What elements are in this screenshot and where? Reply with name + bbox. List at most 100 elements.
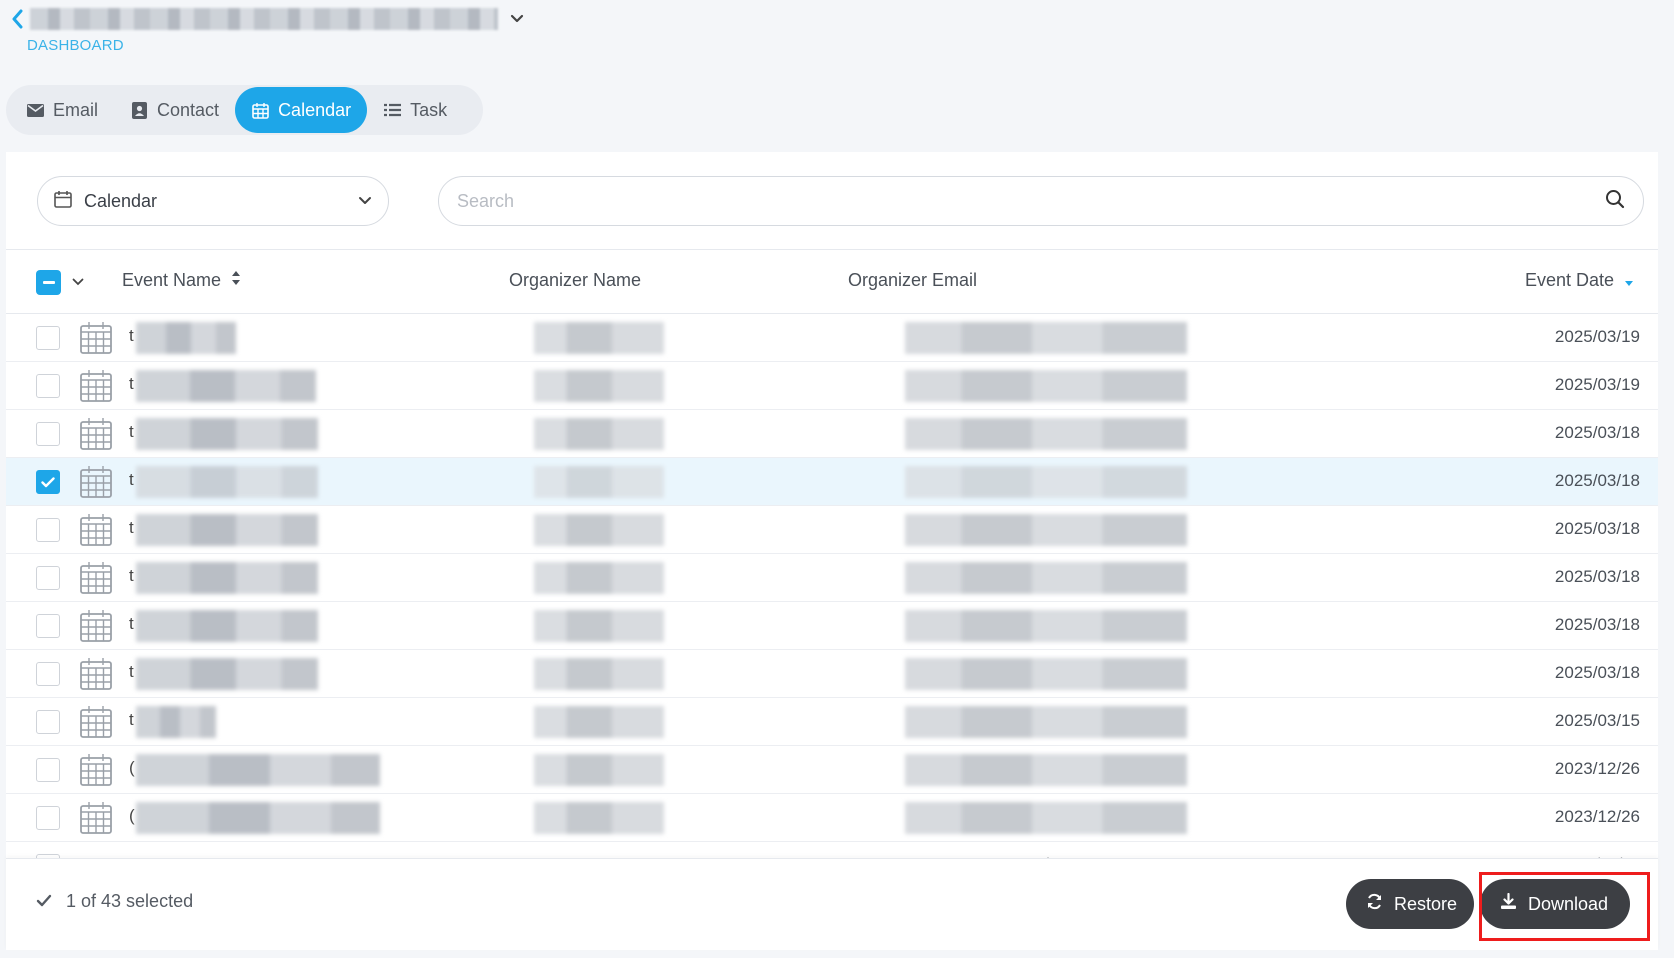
back-chevron-icon[interactable] xyxy=(6,4,28,34)
select-all-checkbox[interactable] xyxy=(36,270,61,295)
table-row[interactable]: t 2025/03/18 xyxy=(6,410,1658,458)
calendar-icon xyxy=(80,466,112,498)
table-header: Event Name Organizer Name Organizer Emai… xyxy=(6,250,1658,314)
sort-icon xyxy=(231,270,241,291)
calendar-icon xyxy=(54,190,72,213)
row-checkbox[interactable] xyxy=(36,422,60,446)
tab-contact-label: Contact xyxy=(157,99,220,120)
row-checkbox[interactable] xyxy=(36,614,60,638)
redacted-event-name xyxy=(136,754,380,786)
table-row[interactable]: (2023/12/26 xyxy=(6,794,1658,842)
redacted-account-title xyxy=(30,8,498,30)
redacted-organizer-name xyxy=(534,706,664,738)
table-row[interactable]: (2023/12/26 xyxy=(6,746,1658,794)
table-row[interactable]: t 2025/03/15 xyxy=(6,698,1658,746)
calendar-icon xyxy=(80,322,112,354)
tab-task[interactable]: Task xyxy=(367,87,463,133)
redacted-organizer-email xyxy=(905,802,1187,834)
redacted-organizer-email xyxy=(905,466,1187,498)
row-checkbox[interactable] xyxy=(36,326,60,350)
redacted-organizer-name xyxy=(534,610,664,642)
event-date: 2025/03/18 xyxy=(1554,519,1640,538)
tab-calendar[interactable]: Calendar xyxy=(235,87,368,133)
table-row[interactable]: t 2025/03/19 xyxy=(6,362,1658,410)
calendar-icon xyxy=(80,754,112,786)
search-input[interactable] xyxy=(457,190,1605,212)
table-row[interactable]: t 2025/03/18 xyxy=(6,602,1658,650)
redacted-organizer-name xyxy=(534,418,664,450)
chevron-down-icon xyxy=(358,192,372,210)
calendar-icon xyxy=(80,562,112,594)
redacted-event-name xyxy=(136,610,318,642)
column-header-event-name[interactable]: Event Name xyxy=(122,270,241,291)
top-bar xyxy=(6,4,528,34)
calendar-select-value: Calendar xyxy=(84,190,158,211)
column-header-organizer-email[interactable]: Organizer Email xyxy=(848,270,977,291)
event-date: 2025/03/18 xyxy=(1554,663,1640,682)
event-name-visible-start: t xyxy=(129,326,134,345)
event-name-visible-start: ( xyxy=(129,758,135,777)
main-panel: Calendar Event Name Organizer Name Organ… xyxy=(6,152,1658,950)
check-icon xyxy=(36,891,52,912)
column-header-organizer-name[interactable]: Organizer Name xyxy=(509,270,641,291)
selection-info: 1 of 43 selected xyxy=(36,891,193,912)
redacted-event-name xyxy=(136,418,318,450)
event-date: 2025/03/18 xyxy=(1554,567,1640,586)
download-button[interactable]: Download xyxy=(1480,879,1630,929)
calendar-icon xyxy=(80,706,112,738)
redacted-organizer-name xyxy=(534,754,664,786)
column-header-event-date[interactable]: Event Date xyxy=(1525,270,1634,291)
event-name-visible-start: t xyxy=(129,566,134,585)
redacted-organizer-email xyxy=(905,754,1187,786)
event-name-visible-start: t xyxy=(129,614,134,633)
event-name-visible-start: t xyxy=(129,662,134,681)
event-name-visible-start: t xyxy=(129,470,134,489)
row-checkbox[interactable] xyxy=(36,662,60,686)
redacted-event-name xyxy=(136,514,318,546)
search-icon[interactable] xyxy=(1605,189,1625,214)
row-checkbox[interactable] xyxy=(36,758,60,782)
tab-contact[interactable]: Contact xyxy=(114,87,235,133)
row-checkbox[interactable] xyxy=(36,806,60,830)
table-row[interactable]: t 2025/03/19 xyxy=(6,314,1658,362)
row-checkbox[interactable] xyxy=(36,710,60,734)
row-checkbox[interactable] xyxy=(36,566,60,590)
redacted-event-name xyxy=(136,322,236,354)
restore-button[interactable]: Restore xyxy=(1346,879,1474,929)
tab-calendar-label: Calendar xyxy=(278,99,352,120)
table-row[interactable]: t 2025/03/18 xyxy=(6,506,1658,554)
event-name-visible-start: ( xyxy=(129,806,135,825)
list-icon xyxy=(383,101,401,119)
tab-bar: Email Contact Calendar Task xyxy=(6,85,483,135)
event-date: 2023/12/26 xyxy=(1554,807,1640,826)
redacted-event-name xyxy=(136,370,316,402)
table-row[interactable]: t 2025/03/18 xyxy=(6,554,1658,602)
calendar-select[interactable]: Calendar xyxy=(37,176,389,226)
redacted-organizer-name xyxy=(534,514,664,546)
redacted-organizer-email xyxy=(905,322,1187,354)
event-date: 2025/03/15 xyxy=(1554,711,1640,730)
event-date: 2023/12/26 xyxy=(1554,759,1640,778)
calendar-icon xyxy=(80,802,112,834)
redacted-organizer-email xyxy=(905,370,1187,402)
redacted-organizer-email xyxy=(905,514,1187,546)
row-checkbox[interactable] xyxy=(36,518,60,542)
row-checkbox[interactable] xyxy=(36,374,60,398)
row-checkbox[interactable] xyxy=(36,470,60,494)
download-icon xyxy=(1500,892,1517,915)
breadcrumb-dashboard[interactable]: DASHBOARD xyxy=(27,37,124,54)
redacted-organizer-email xyxy=(905,706,1187,738)
chevron-down-icon[interactable] xyxy=(70,272,86,292)
action-footer: 1 of 43 selected Restore Download xyxy=(6,858,1658,950)
table-row[interactable]: t 2025/03/18 xyxy=(6,650,1658,698)
event-date: 2025/03/19 xyxy=(1554,327,1640,346)
download-button-label: Download xyxy=(1528,893,1609,914)
contact-card-icon xyxy=(130,101,148,119)
redacted-organizer-name xyxy=(534,322,664,354)
table-row[interactable]: t 2025/03/18 xyxy=(6,458,1658,506)
redacted-event-name xyxy=(136,466,318,498)
event-date: 2025/03/18 xyxy=(1554,615,1640,634)
tab-email[interactable]: Email xyxy=(10,87,114,133)
redacted-organizer-name xyxy=(534,466,664,498)
chevron-down-icon[interactable] xyxy=(506,4,528,34)
